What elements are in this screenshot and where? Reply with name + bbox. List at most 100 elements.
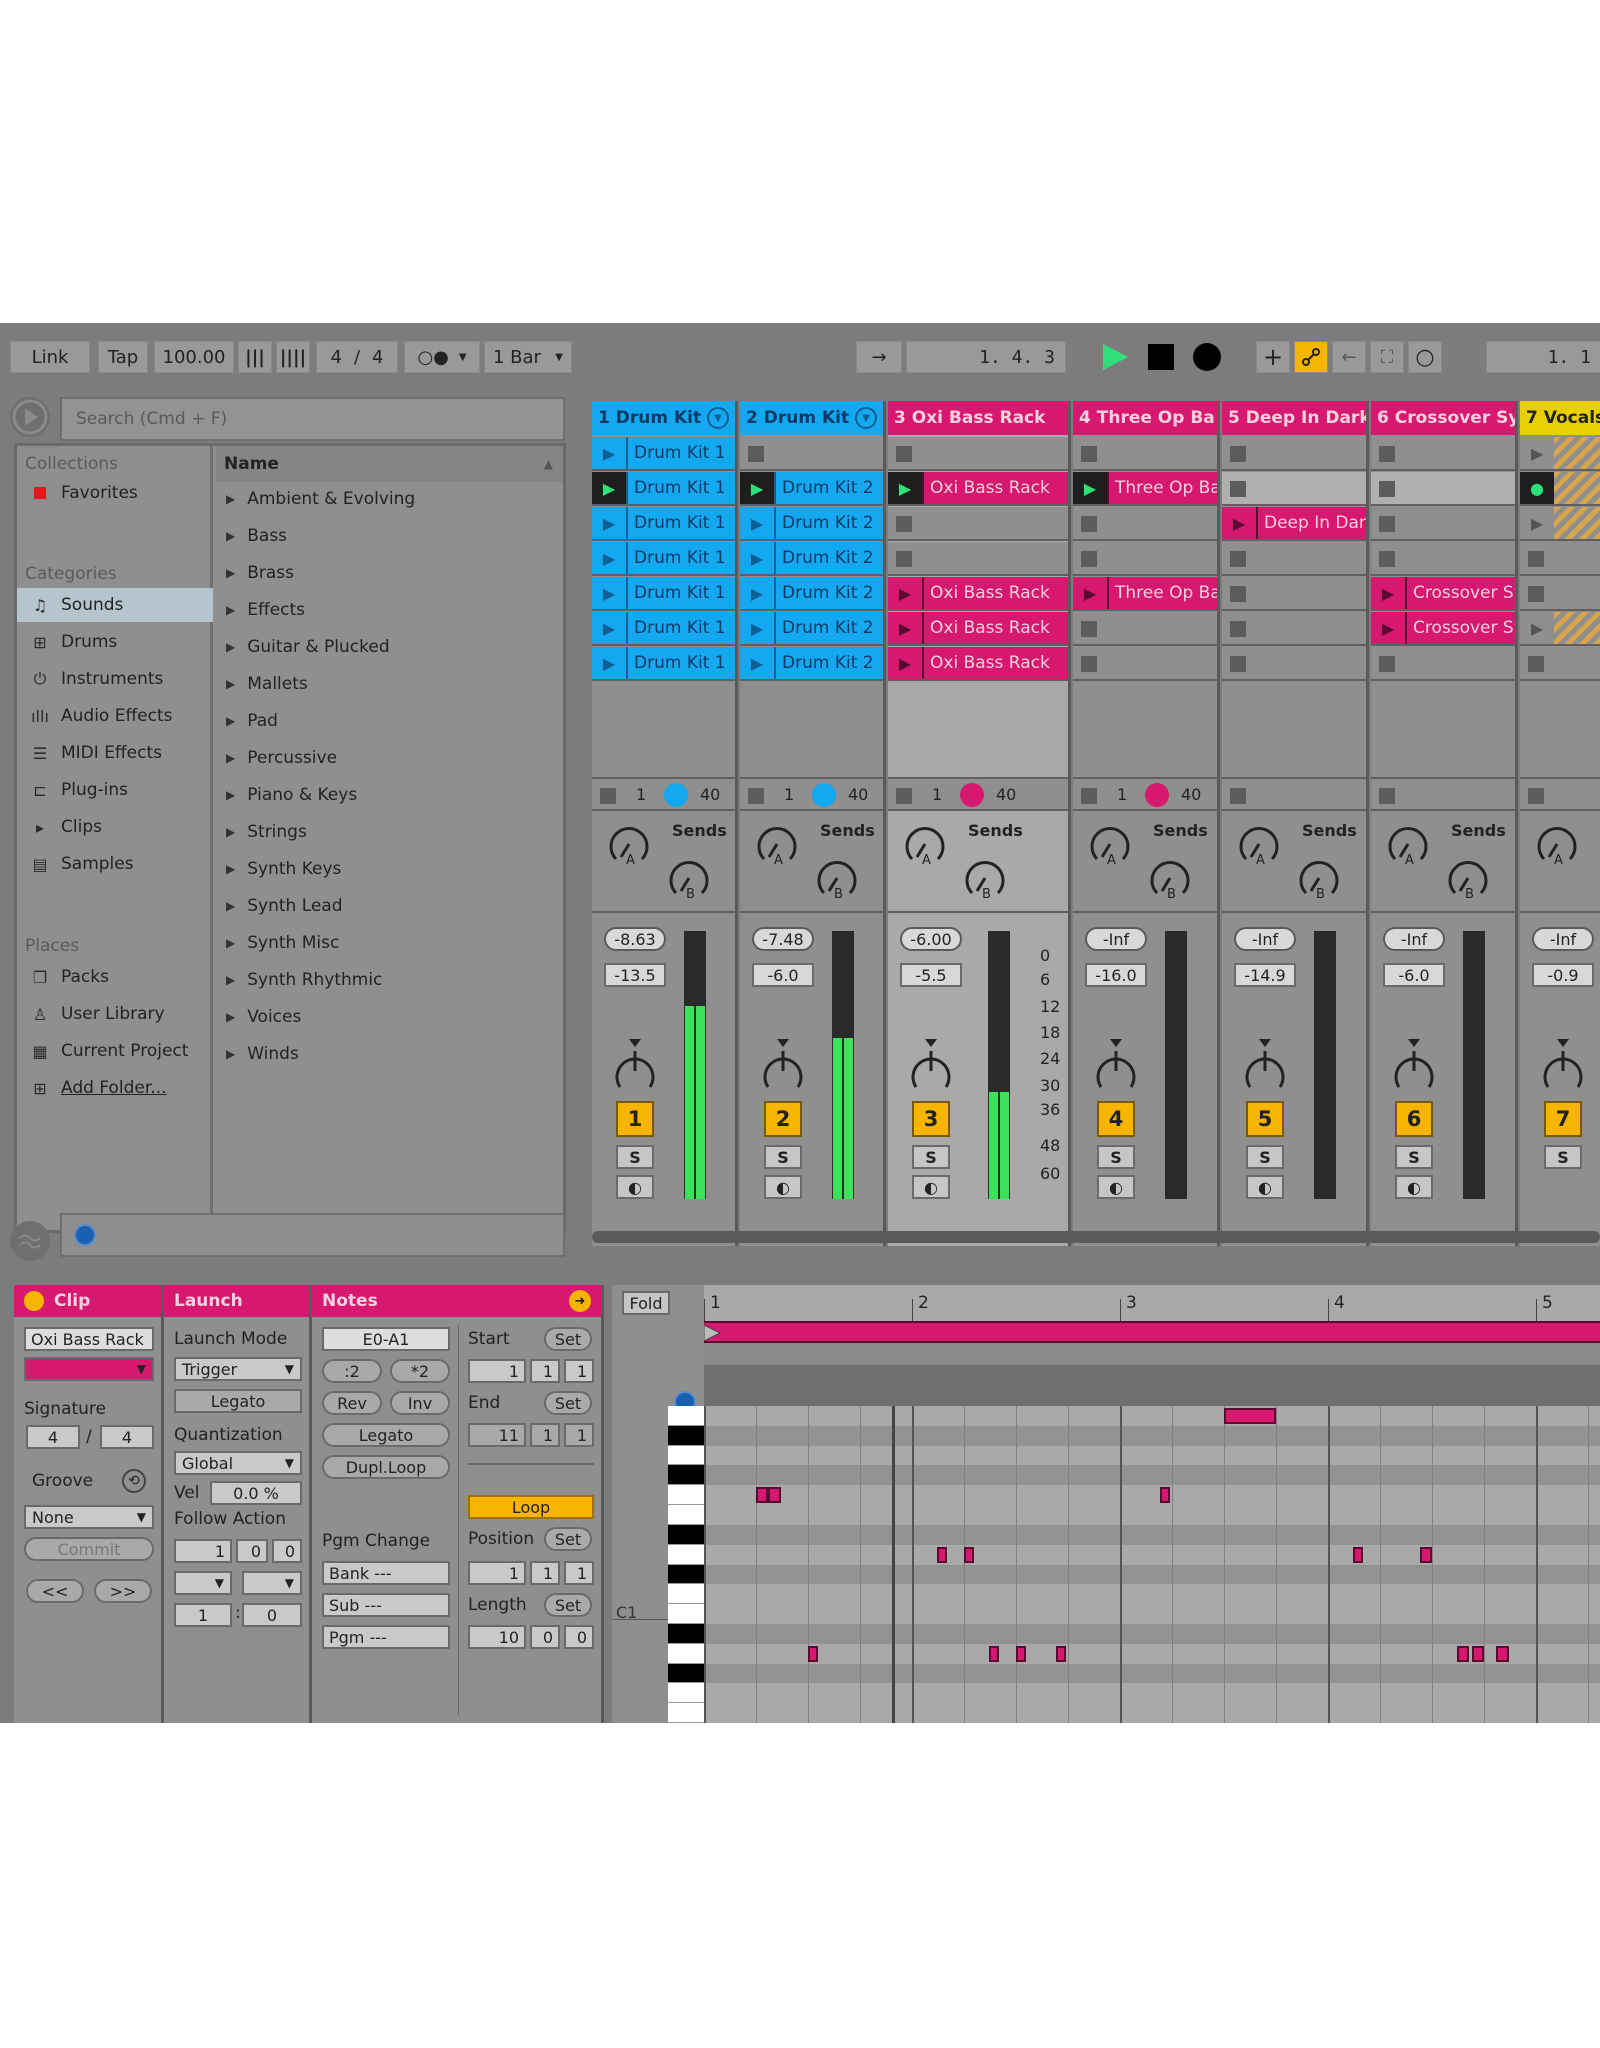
disclosure-triangle-icon[interactable]: ▶ — [226, 936, 235, 950]
list-item[interactable]: ▶ Voices — [216, 1002, 301, 1032]
list-item[interactable]: ▶ Pad — [216, 706, 278, 736]
clip-launch-button[interactable]: ▶ — [740, 647, 774, 679]
double-length-button[interactable]: *2 — [390, 1359, 450, 1383]
follow-chance-b[interactable]: 0 — [242, 1603, 302, 1627]
arm-button[interactable]: ◐ — [616, 1175, 654, 1199]
track-stop-button[interactable] — [600, 788, 616, 804]
white-key[interactable] — [668, 1445, 704, 1466]
disclosure-triangle-icon[interactable]: ▶ — [226, 973, 235, 987]
list-item[interactable]: ▶ Mallets — [216, 669, 308, 699]
clip-slot[interactable] — [1371, 647, 1515, 681]
clip-launch-button[interactable]: ▶ — [592, 612, 626, 644]
session-horizontal-scrollbar[interactable] — [592, 1231, 1600, 1243]
program-field[interactable]: Pgm --- — [322, 1625, 450, 1649]
clip-slot[interactable] — [1222, 542, 1366, 576]
volume-field[interactable]: -5.5 — [900, 963, 962, 987]
name-column-header[interactable]: Name ▲ — [216, 446, 563, 482]
browser-search-input[interactable]: Search (Cmd + F) — [60, 397, 565, 441]
clip-launch-button[interactable]: ▶ — [1073, 577, 1107, 609]
follow-time-beats[interactable]: 0 — [236, 1539, 268, 1563]
clip[interactable]: ▶ Drum Kit 1 — [592, 577, 735, 609]
sidebar-item-audio-effects[interactable]: ıllı Audio Effects — [17, 699, 213, 733]
commit-button[interactable]: Commit — [24, 1537, 154, 1561]
nudge-up-button[interactable]: |||| — [276, 341, 310, 373]
midi-note[interactable] — [1352, 1546, 1364, 1563]
clip-launch-button[interactable]: ▶ — [1520, 612, 1554, 644]
volume-field[interactable]: -6.0 — [1383, 963, 1445, 987]
black-key[interactable] — [668, 1425, 704, 1446]
pan-knob[interactable] — [1538, 1037, 1588, 1093]
end-beats[interactable]: 1 — [530, 1423, 560, 1447]
clip-slot[interactable]: ▶ Drum Kit 2 — [740, 472, 883, 506]
white-key[interactable] — [668, 1544, 704, 1565]
midi-note[interactable] — [1471, 1645, 1484, 1662]
end-sixteenths[interactable]: 1 — [564, 1423, 594, 1447]
sidebar-item-midi-effects[interactable]: ☰ MIDI Effects — [17, 736, 213, 770]
clip-slot[interactable]: ▶ Oxi Bass Rack — [888, 612, 1068, 646]
send-b-knob[interactable]: B — [1294, 853, 1344, 903]
clip-stop-button[interactable] — [1528, 551, 1544, 567]
midi-note[interactable] — [1224, 1408, 1276, 1424]
sidebar-item-sounds[interactable]: ♫ Sounds — [17, 588, 213, 622]
clip-launch-button[interactable]: ▶ — [592, 507, 626, 539]
audio-clip-placeholder[interactable] — [1554, 437, 1600, 469]
solo-button[interactable]: S — [764, 1145, 802, 1169]
clip-slot[interactable]: ▶ Drum Kit 2 — [740, 542, 883, 576]
clip-stop-button[interactable] — [1081, 551, 1097, 567]
note-range-field[interactable]: E0-A1 — [322, 1327, 450, 1351]
volume-field[interactable]: -14.9 — [1234, 963, 1296, 987]
list-item[interactable]: ▶ Strings — [216, 817, 307, 847]
clip-slot[interactable] — [1371, 542, 1515, 576]
clip[interactable]: ● — [1520, 472, 1600, 504]
midi-note[interactable] — [808, 1645, 819, 1662]
follow-time-bars[interactable]: 1 — [174, 1539, 232, 1563]
position-beats[interactable]: 1 — [530, 1561, 560, 1585]
send-a-knob[interactable]: A — [604, 819, 654, 869]
clip-stop-button[interactable] — [1528, 656, 1544, 672]
clip-launch-button[interactable]: ▶ — [888, 612, 922, 644]
list-item[interactable]: ▶ Percussive — [216, 743, 337, 773]
clip-launch-button[interactable]: ▶ — [1371, 577, 1405, 609]
black-key[interactable] — [668, 1524, 704, 1545]
time-ruler[interactable]: 1 2 3 4 5 — [704, 1285, 1600, 1321]
midi-note[interactable] — [768, 1487, 781, 1504]
white-key[interactable] — [668, 1604, 704, 1624]
send-a-knob[interactable]: A — [1383, 819, 1433, 869]
clip-stop-button[interactable] — [1379, 516, 1395, 532]
clip-slot[interactable]: ▶ Drum Kit 1 — [592, 472, 735, 506]
sidebar-item-user-library[interactable]: ♙ User Library — [17, 997, 213, 1031]
clip-launch-button[interactable]: ▶ — [592, 577, 626, 609]
clip-slot[interactable]: ▶ Drum Kit 1 — [592, 612, 735, 646]
midi-note[interactable] — [964, 1546, 975, 1563]
disclosure-triangle-icon[interactable]: ▶ — [226, 1010, 235, 1024]
track-activator-button[interactable]: 1 — [616, 1101, 654, 1137]
clip[interactable]: ▶ Oxi Bass Rack — [888, 612, 1068, 644]
send-a-knob[interactable]: A — [1234, 819, 1284, 869]
pan-knob[interactable] — [906, 1037, 956, 1093]
clip-slot[interactable] — [1520, 647, 1600, 681]
loop-toggle[interactable]: Loop — [468, 1495, 594, 1519]
disclosure-triangle-icon[interactable]: ▶ — [226, 1047, 235, 1061]
midi-note[interactable] — [1496, 1645, 1509, 1662]
metronome-button[interactable]: ○● ▼ — [404, 341, 480, 373]
clip-sig-denominator[interactable]: 4 — [100, 1425, 154, 1449]
length-sixteenths[interactable]: 0 — [564, 1625, 594, 1649]
disclosure-triangle-icon[interactable]: ▶ — [226, 492, 235, 506]
follow-action-a-menu[interactable]: ▼ — [174, 1571, 232, 1595]
start-set-button[interactable]: Set — [544, 1327, 592, 1351]
midi-note[interactable] — [1456, 1645, 1470, 1662]
start-bars[interactable]: 1 — [468, 1359, 526, 1383]
sidebar-item-plug-ins[interactable]: ⊏ Plug-ins — [17, 773, 213, 807]
arrow-right-icon[interactable]: ➜ — [569, 1290, 591, 1312]
arm-button[interactable]: ◐ — [764, 1175, 802, 1199]
list-item[interactable]: ▶ Effects — [216, 595, 305, 625]
follow-action-b-menu[interactable]: ▼ — [242, 1571, 302, 1595]
track-header[interactable]: 2 Drum Kit ▼ — [740, 401, 883, 435]
track-header[interactable]: 3 Oxi Bass Rack — [888, 401, 1068, 435]
play-button[interactable] — [1100, 342, 1130, 377]
clip[interactable]: ▶ Drum Kit 1 — [592, 472, 735, 504]
clip-launch-button[interactable]: ▶ — [1520, 507, 1554, 539]
white-key[interactable] — [668, 1505, 704, 1525]
volume-peak-readout[interactable]: -7.48 — [752, 927, 814, 951]
volume-field[interactable]: -6.0 — [752, 963, 814, 987]
